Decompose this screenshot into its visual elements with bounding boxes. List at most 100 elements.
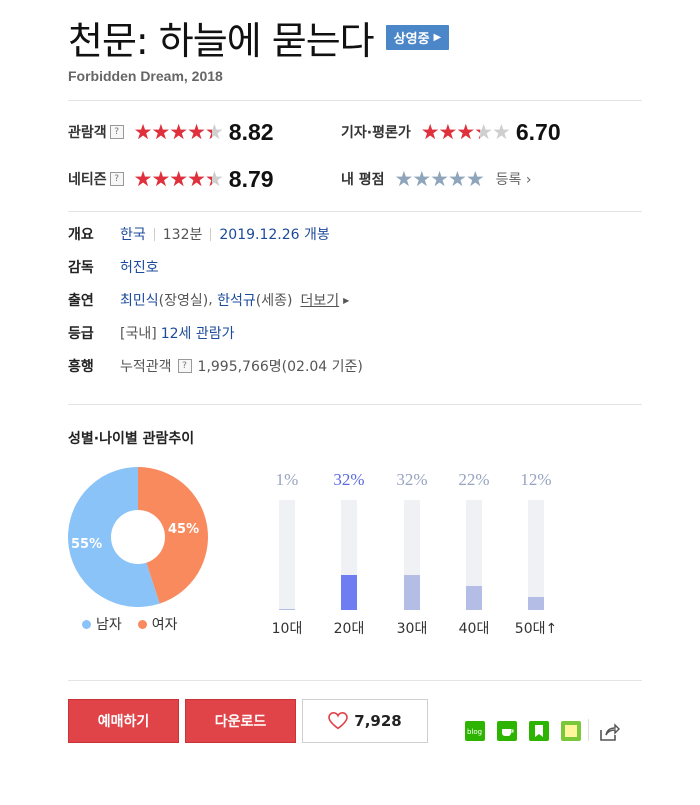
movie-title: 천문: 하늘에 묻는다 — [68, 18, 375, 63]
release-date-link[interactable]: 2019.12.26 개봉 — [219, 224, 329, 244]
cast-role-1: (장영실) — [158, 293, 209, 309]
rating-audience-label: 관람객 — [68, 125, 107, 141]
rating-netizen: 네티즌 ? ★★★★★★★★★★ 8.79 — [68, 164, 274, 194]
more-cast-link[interactable]: 더보기 — [300, 290, 339, 310]
cast-link-1[interactable]: 최민식 — [120, 290, 159, 310]
age-pct-label: 1% — [275, 470, 299, 489]
reserve-button[interactable]: 예매하기 — [68, 699, 179, 743]
age-bar-track — [404, 500, 420, 610]
legend-male: 남자 — [82, 614, 122, 634]
age-label: 20대 — [333, 621, 365, 637]
divider — [68, 211, 642, 212]
trend-title: 성별·나이별 관람추이 — [68, 431, 195, 447]
age-label: 40대 — [458, 621, 490, 637]
legend-female-label: 여자 — [151, 617, 178, 633]
help-icon[interactable]: ? — [177, 359, 192, 373]
age-column-2: 32% 30대 — [387, 470, 437, 638]
info-key-boxoffice: 흥행 — [68, 359, 94, 375]
rating-audience-stars: ★★★★★★★★★★ — [133, 120, 224, 144]
grade-prefix: [국내] — [120, 326, 157, 342]
director-link[interactable]: 허진호 — [120, 257, 159, 277]
age-bar-fill — [279, 608, 295, 610]
help-icon[interactable]: ? — [109, 125, 124, 139]
register-label: 등록 — [495, 172, 522, 188]
download-button[interactable]: 다운로드 — [185, 699, 296, 743]
female-pct-label: 45% — [168, 522, 200, 537]
age-bar-track — [466, 500, 482, 610]
age-pct-label: 22% — [458, 470, 490, 489]
info-director: 감독 허진호 — [68, 256, 159, 278]
english-title: Forbidden Dream, 2018 — [68, 68, 223, 84]
chevron-right-icon: › — [525, 172, 532, 188]
age-column-4: 12% 50대↑ — [511, 470, 561, 638]
rating-netizen-label: 네티즌 — [68, 172, 107, 188]
triangle-right-icon: ▶ — [343, 295, 350, 305]
gender-donut-chart: 55% 45% — [68, 467, 208, 607]
rating-my-stars[interactable]: ★★★★★ — [395, 168, 485, 190]
country-link[interactable]: 한국 — [120, 224, 146, 244]
heart-icon — [328, 712, 349, 730]
legend-male-label: 남자 — [96, 617, 122, 633]
memo-icon[interactable] — [561, 721, 581, 741]
status-label: 상영중 — [393, 31, 430, 47]
age-bar-fill — [341, 574, 357, 610]
gender-legend: 남자 여자 — [82, 614, 194, 634]
age-column-3: 22% 40대 — [449, 470, 499, 638]
title-row: 천문: 하늘에 묻는다 상영중 ▶ — [68, 12, 450, 63]
cast-link-2[interactable]: 한석규 — [217, 290, 256, 310]
blog-icon[interactable]: blog — [465, 721, 485, 741]
runtime: 132분 — [162, 227, 203, 243]
dot-icon — [137, 619, 147, 629]
grade-link[interactable]: 12세 관람가 — [161, 323, 235, 343]
share-icon[interactable] — [598, 721, 620, 741]
rating-netizen-stars: ★★★★★★★★★★ — [133, 167, 224, 191]
age-label: 30대 — [396, 621, 428, 637]
rating-my: 내 평점 ★★★★★ 등록 › — [341, 164, 531, 194]
info-boxoffice: 흥행 누적관객 ? 1,995,766명(02.04 기준) — [68, 355, 363, 377]
rating-audience-score: 8.82 — [228, 118, 274, 145]
age-column-1: 32% 20대 — [324, 470, 374, 638]
age-pct-label: 32% — [333, 470, 365, 489]
legend-female: 여자 — [137, 614, 178, 634]
divider — [68, 100, 642, 101]
age-pct-label: 12% — [520, 470, 552, 489]
age-label: 50대↑ — [514, 621, 558, 637]
help-icon[interactable]: ? — [109, 172, 124, 186]
register-rating-link[interactable]: 등록 › — [496, 169, 532, 189]
like-count: 7,928 — [354, 712, 402, 730]
rating-critics: 기자·평론가 ★★★★★★★★★★ 6.70 — [341, 117, 561, 147]
chevron-right-icon: ▶ — [433, 31, 442, 43]
rating-audience: 관람객 ? ★★★★★★★★★★ 8.82 — [68, 117, 274, 147]
age-pct-label: 32% — [396, 470, 428, 489]
dot-icon — [82, 619, 91, 629]
svg-text:blog: blog — [467, 728, 482, 736]
age-bar-track — [279, 500, 295, 610]
like-button[interactable]: 7,928 — [302, 699, 428, 743]
age-bar-fill — [528, 596, 544, 610]
boxoffice-value: 1,995,766명(02.04 기준) — [197, 359, 363, 375]
male-pct-label: 55% — [71, 537, 103, 552]
rating-netizen-score: 8.79 — [228, 165, 274, 192]
info-key-cast: 출연 — [68, 293, 94, 309]
age-label: 10대 — [271, 621, 303, 637]
rating-critics-label: 기자·평론가 — [341, 125, 411, 141]
cafe-icon[interactable] — [497, 721, 517, 741]
rating-my-label: 내 평점 — [341, 172, 385, 188]
rating-critics-stars: ★★★★★★★★★★ — [420, 120, 511, 144]
divider — [68, 404, 642, 405]
age-bar-track — [528, 500, 544, 610]
divider — [68, 680, 642, 681]
info-key-overview: 개요 — [68, 227, 94, 243]
info-cast: 출연 최민식 (장영실), 한석규 (세종) 더보기 ▶ — [68, 290, 350, 310]
info-grade: 등급 [국내] 12세 관람가 — [68, 322, 234, 344]
bookmark-icon[interactable] — [529, 721, 549, 741]
cast-role-2: (세종) — [255, 293, 293, 309]
info-key-director: 감독 — [68, 260, 94, 276]
age-bar-fill — [404, 574, 420, 610]
info-key-grade: 등급 — [68, 326, 94, 342]
age-bar-track — [341, 500, 357, 610]
age-bar-fill — [466, 585, 482, 610]
status-badge[interactable]: 상영중 ▶ — [385, 24, 450, 50]
info-overview: 개요 한국 132분 2019.12.26 개봉 — [68, 223, 330, 245]
rating-critics-score: 6.70 — [515, 118, 561, 145]
